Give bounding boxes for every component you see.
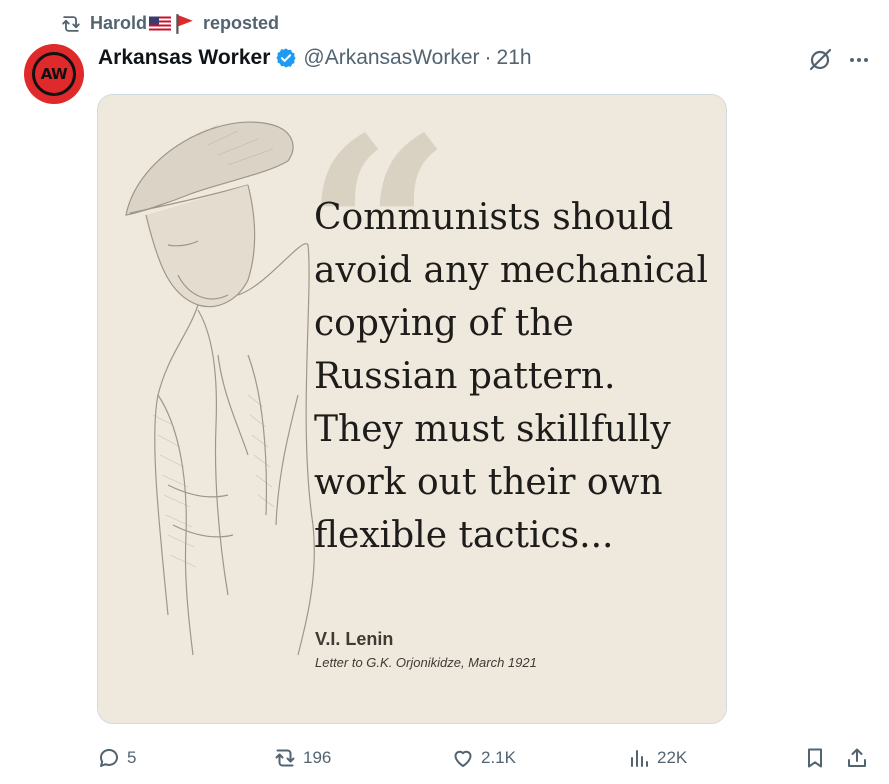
action-bar: 5 196 2.1K 22K (97, 742, 877, 774)
bookmark-button[interactable] (803, 742, 827, 774)
repost-icon (275, 749, 295, 767)
quote-line: Communists should (314, 197, 674, 238)
like-count: 2.1K (481, 748, 516, 767)
views-count: 22K (657, 748, 688, 767)
quote-line: Russian pattern. (314, 356, 616, 397)
share-button[interactable] (845, 742, 869, 774)
quote-line: copying of the (314, 303, 574, 344)
quote-line: avoid any mechanical (314, 250, 708, 291)
post-image[interactable]: “ Communists should avoid any mechanical… (97, 94, 727, 724)
views-icon (631, 750, 648, 767)
quote-source: Letter to G.K. Orjonikidze, March 1921 (315, 655, 537, 670)
avatar[interactable]: AW (24, 44, 84, 104)
reply-count: 5 (127, 748, 137, 767)
display-name[interactable]: Arkansas Worker (98, 46, 270, 70)
repost-context[interactable]: Harold reposted (60, 12, 279, 36)
bookmark-icon (808, 748, 822, 768)
like-button[interactable]: 2.1K (451, 742, 516, 774)
like-icon (454, 750, 472, 767)
quote-line: They must skillfully (314, 409, 671, 450)
separator-dot: · (484, 46, 492, 69)
us-flag-icon (149, 16, 172, 32)
timestamp[interactable]: 21h (497, 46, 532, 70)
reply-button[interactable]: 5 (97, 742, 136, 774)
quote-line: work out their own (314, 462, 663, 503)
post-header: Arkansas Worker @ArkansasWorker · 21h (98, 44, 532, 72)
repost-icon (62, 16, 80, 32)
quote-line: flexible tactics... (314, 515, 614, 556)
more-icon[interactable] (844, 48, 874, 72)
repost-count: 196 (303, 748, 332, 767)
grok-icon[interactable] (806, 46, 834, 74)
repost-user-name[interactable]: Harold (90, 13, 147, 33)
share-icon (848, 748, 866, 767)
views-button[interactable]: 22K (627, 742, 687, 774)
handle[interactable]: @ArkansasWorker (303, 46, 479, 70)
repost-label: reposted (203, 12, 280, 33)
quote-text: Communists should avoid any mechanical c… (314, 191, 714, 562)
repost-button[interactable]: 196 (273, 742, 331, 774)
quote-author: V.I. Lenin (315, 629, 394, 649)
red-flag-icon (176, 14, 193, 35)
reply-icon (99, 749, 118, 767)
avatar-logo-text: AW (32, 52, 76, 96)
verified-badge-icon[interactable] (275, 47, 297, 69)
